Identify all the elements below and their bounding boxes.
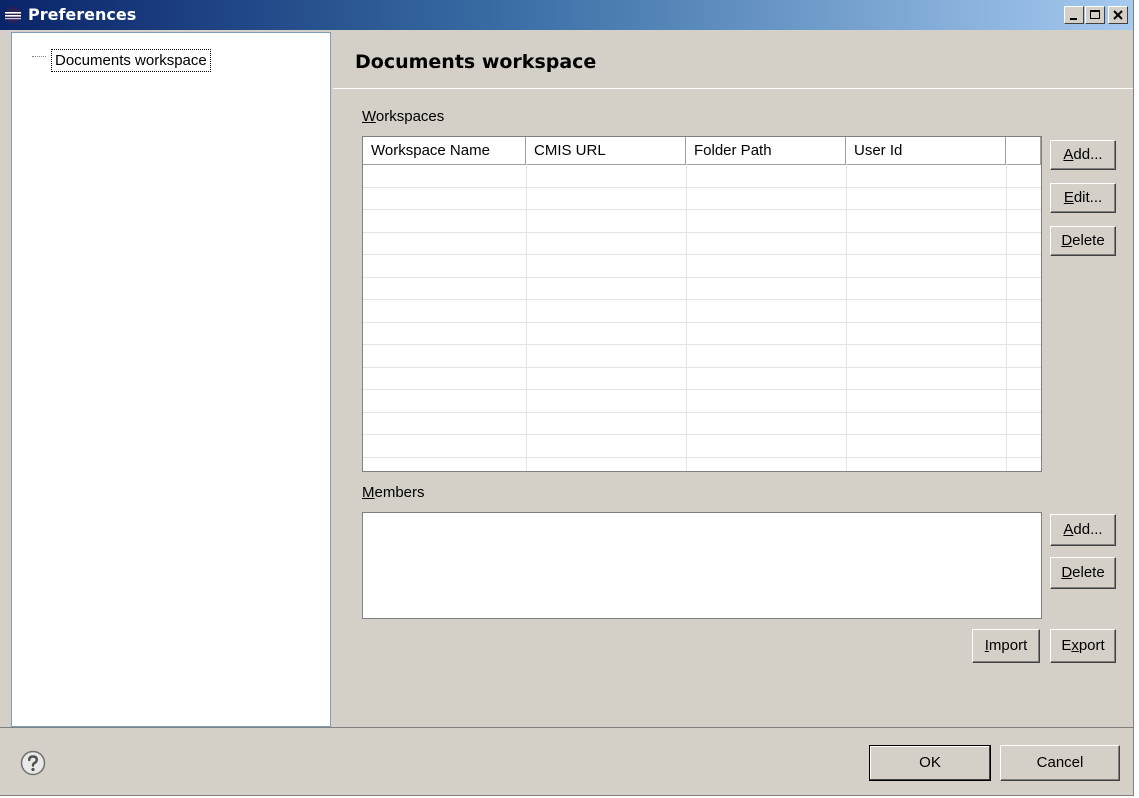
- minimize-button[interactable]: [1064, 6, 1084, 24]
- table-header: Workspace Name CMIS URL Folder Path User…: [363, 137, 1041, 165]
- ok-button[interactable]: OK: [869, 745, 991, 781]
- window-title: Preferences: [28, 5, 137, 24]
- table-row-line: [363, 231, 1041, 233]
- table-row-line: [363, 344, 1041, 345]
- table-row-line: [363, 299, 1041, 300]
- page-title: Documents workspace: [355, 51, 597, 73]
- tree-connector: [32, 56, 46, 57]
- bottom-separator: [0, 727, 1133, 728]
- table-row-line: [363, 366, 1041, 368]
- maximize-button[interactable]: [1085, 6, 1105, 24]
- members-list[interactable]: [362, 512, 1042, 619]
- import-button[interactable]: Import: [972, 629, 1040, 663]
- workspace-edit-button[interactable]: Edit...: [1050, 183, 1116, 213]
- eclipse-icon: [5, 7, 21, 23]
- preferences-window: Preferences Documents workspace Document…: [0, 0, 1134, 796]
- table-row-line: [363, 434, 1041, 435]
- table-row-line: [363, 254, 1041, 255]
- minimize-icon: [1070, 18, 1077, 20]
- table-row-line: [363, 321, 1041, 323]
- tree-item-documents-workspace[interactable]: Documents workspace: [51, 49, 211, 72]
- table-row-line: [363, 411, 1041, 413]
- workspaces-table[interactable]: Workspace Name CMIS URL Folder Path User…: [362, 136, 1042, 472]
- table-column-line: [526, 164, 527, 471]
- title-bar[interactable]: Preferences: [0, 0, 1133, 30]
- help-icon[interactable]: [20, 750, 46, 776]
- workspace-delete-button[interactable]: Delete: [1050, 226, 1116, 256]
- column-header-user-id[interactable]: User Id: [846, 137, 1006, 164]
- table-column-line: [1006, 164, 1007, 471]
- member-delete-button[interactable]: Delete: [1050, 557, 1116, 589]
- column-header-workspace-name[interactable]: Workspace Name: [363, 137, 526, 164]
- title-separator: [333, 88, 1133, 89]
- table-row-line: [363, 389, 1041, 390]
- column-header-cmis-url[interactable]: CMIS URL: [526, 137, 686, 164]
- table-row-line: [363, 456, 1041, 458]
- workspace-add-button[interactable]: Add...: [1050, 140, 1116, 170]
- table-row-line: [363, 276, 1041, 278]
- table-column-line: [846, 164, 847, 471]
- preference-tree[interactable]: Documents workspace: [11, 32, 331, 727]
- member-add-button[interactable]: Add...: [1050, 514, 1116, 546]
- members-label: Members: [362, 484, 425, 501]
- maximize-icon: [1090, 10, 1100, 19]
- table-column-line: [686, 164, 687, 471]
- table-row-line: [363, 186, 1041, 188]
- table-row-line: [363, 209, 1041, 210]
- column-header-folder-path[interactable]: Folder Path: [686, 137, 846, 164]
- close-button[interactable]: [1108, 6, 1128, 24]
- column-header-filler: [1006, 137, 1041, 164]
- workspaces-label: Workspaces: [362, 108, 445, 125]
- close-icon: [1113, 10, 1123, 20]
- export-button[interactable]: Export: [1050, 629, 1116, 663]
- cancel-button[interactable]: Cancel: [1000, 745, 1120, 781]
